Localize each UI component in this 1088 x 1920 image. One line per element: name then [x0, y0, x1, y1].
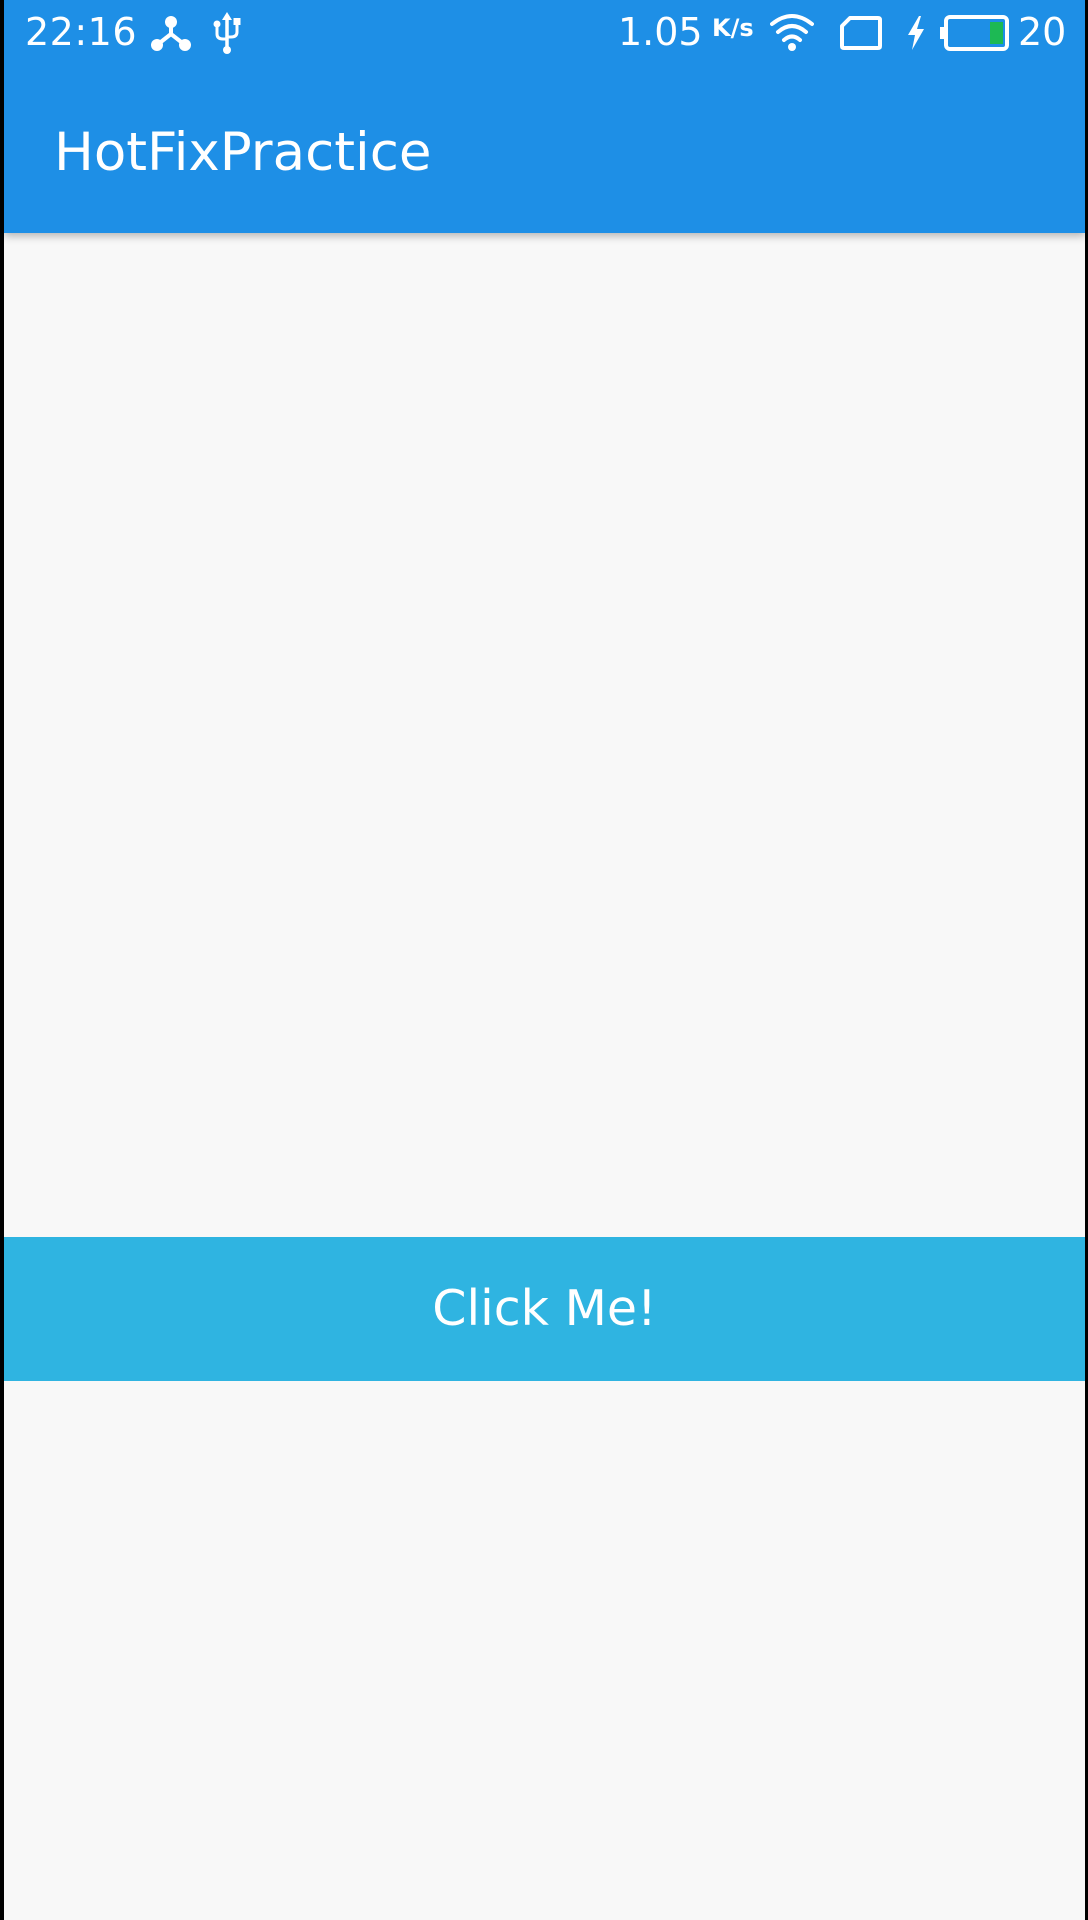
- click-me-button[interactable]: Click Me!: [4, 1237, 1085, 1381]
- sim-card-icon: [840, 16, 882, 50]
- usb-tether-icon: [151, 16, 191, 51]
- usb-icon: [213, 12, 241, 54]
- main-content: Click Me!: [4, 233, 1085, 1920]
- network-speed-unit: K/s: [712, 14, 754, 42]
- battery-percent: 20: [1018, 10, 1067, 54]
- battery-icon: [940, 15, 1009, 51]
- battery-level-fill: [990, 22, 1003, 44]
- wifi-icon: [770, 14, 814, 51]
- status-time: 22:16: [25, 10, 138, 54]
- network-speed: 1.05: [618, 10, 703, 54]
- page-title: HotFixPractice: [54, 122, 432, 183]
- charging-bolt-icon: [908, 16, 924, 50]
- app-screen: 22:16 1.05 K/s 20 HotFixPractice Click M…: [4, 0, 1085, 1920]
- app-bar: 22:16 1.05 K/s 20 HotFixPractice: [4, 0, 1085, 233]
- status-bar: 22:16 1.05 K/s 20: [4, 0, 1085, 66]
